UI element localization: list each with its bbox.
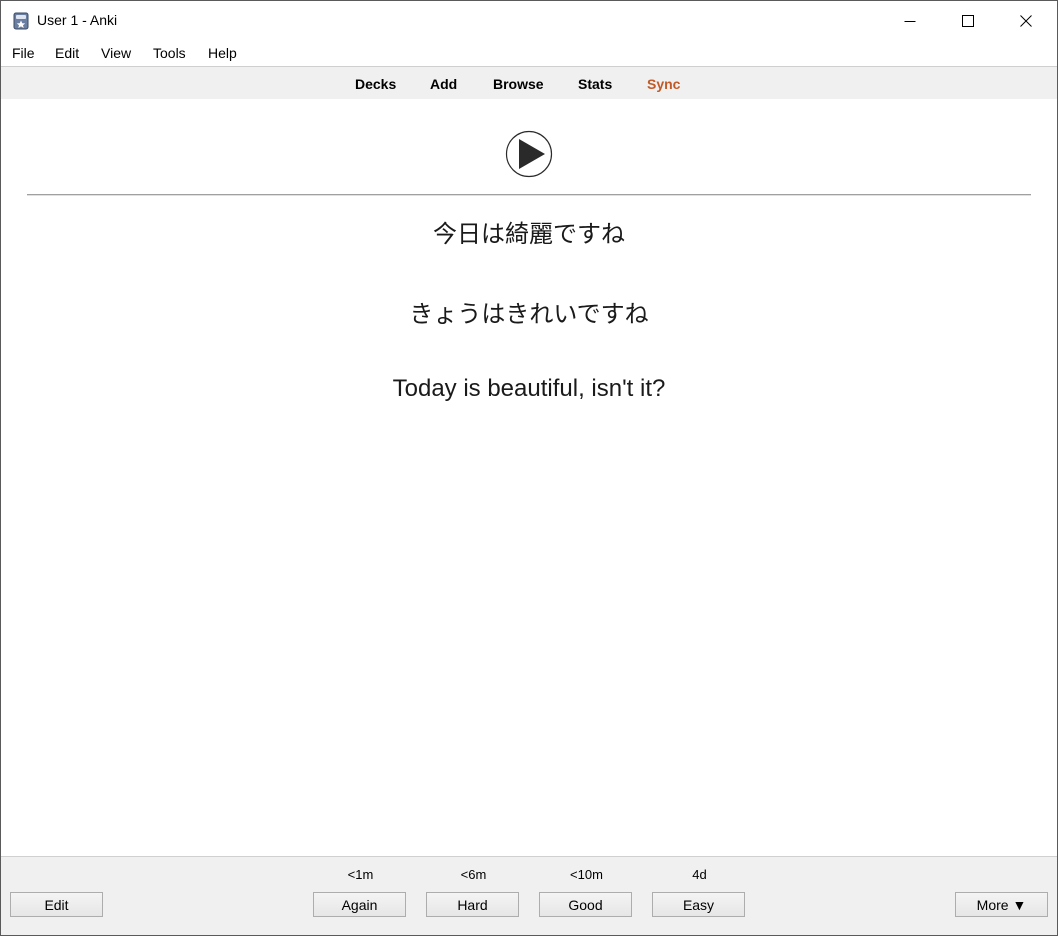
menu-help[interactable]: Help (208, 45, 237, 61)
more-button[interactable]: More ▼ (955, 892, 1048, 917)
card-kana-text: きょうはきれいですね (409, 301, 649, 328)
easy-interval: 4d (692, 867, 707, 882)
title-bar: User 1 - Anki (1, 1, 1057, 41)
question-answer-divider (27, 194, 1031, 196)
hard-interval: <6m (460, 867, 487, 882)
good-interval: <10m (570, 867, 603, 882)
again-interval: <1m (347, 867, 374, 882)
good-button[interactable]: Good (539, 892, 632, 917)
menu-bar: File Edit View Tools Help (1, 41, 1057, 67)
toolbar-stats-link[interactable]: Stats (578, 76, 612, 92)
edit-button[interactable]: Edit (10, 892, 103, 917)
play-icon[interactable] (505, 130, 553, 178)
close-icon (1020, 15, 1032, 27)
hard-button[interactable]: Hard (426, 892, 519, 917)
toolbar-browse-link[interactable]: Browse (493, 76, 544, 92)
minimize-icon (904, 21, 916, 22)
anki-app-icon (13, 12, 29, 30)
minimize-button[interactable] (881, 1, 939, 41)
answer-bar: Edit <1m <6m <10m 4d Again Hard Good Eas… (1, 856, 1057, 935)
menu-tools[interactable]: Tools (153, 45, 186, 61)
easy-button[interactable]: Easy (652, 892, 745, 917)
toolbar-add-link[interactable]: Add (430, 76, 457, 92)
anki-window: User 1 - Anki File Edit View Tools Help … (0, 0, 1058, 936)
menu-edit[interactable]: Edit (55, 45, 79, 61)
maximize-icon (962, 15, 974, 27)
maximize-button[interactable] (939, 1, 997, 41)
again-button[interactable]: Again (313, 892, 406, 917)
main-toolbar: Decks Add Browse Stats Sync (1, 67, 1057, 99)
card-english-text: Today is beautiful, isn't it? (392, 375, 666, 402)
toolbar-sync-link[interactable]: Sync (647, 76, 680, 92)
window-title: User 1 - Anki (37, 12, 118, 28)
toolbar-decks-link[interactable]: Decks (355, 76, 396, 92)
menu-view[interactable]: View (101, 45, 131, 61)
card-kanji-text: 今日は綺麗ですね (433, 221, 625, 248)
card-view: 今日は綺麗ですね きょうはきれいですね Today is beautiful, … (1, 99, 1057, 856)
menu-file[interactable]: File (12, 45, 35, 61)
close-button[interactable] (997, 1, 1055, 41)
